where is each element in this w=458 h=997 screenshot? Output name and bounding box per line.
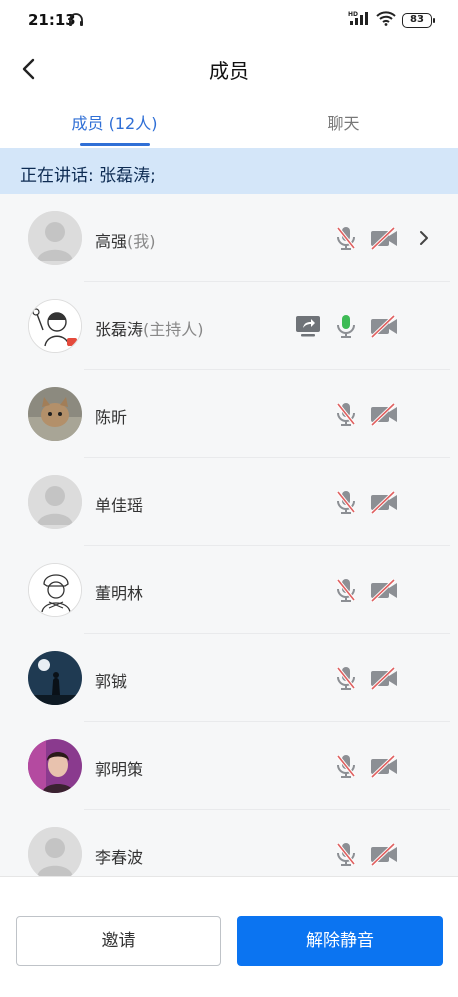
avatar: [28, 563, 82, 617]
mic-muted-icon[interactable]: [332, 752, 360, 780]
title-bar: 成员: [0, 42, 458, 96]
camera-off-icon[interactable]: [370, 576, 398, 604]
avatar: [28, 827, 82, 876]
member-role: (主持人): [143, 320, 204, 339]
status-indicators: HD 83: [348, 10, 435, 30]
member-name: 陈昕: [95, 404, 127, 428]
member-name: 李春波: [95, 844, 143, 868]
camera-off-icon[interactable]: [370, 664, 398, 692]
avatar: [28, 211, 82, 265]
camera-off-icon[interactable]: [370, 840, 398, 868]
signal-icon: HD: [348, 10, 370, 30]
avatar: [28, 299, 82, 353]
member-name: 高强(我): [95, 228, 156, 252]
active-tab-indicator: [80, 143, 150, 146]
page-title: 成员: [209, 59, 249, 83]
mic-muted-icon[interactable]: [332, 576, 360, 604]
network-type: HD: [348, 11, 358, 18]
member-name-text: 张磊涛: [95, 320, 144, 339]
speaking-banner: 正在讲话: 张磊涛;: [0, 148, 458, 194]
mic-muted-icon[interactable]: [332, 664, 360, 692]
unmute-button[interactable]: 解除静音: [237, 916, 443, 966]
member-row[interactable]: 高强(我): [0, 194, 458, 282]
chevron-right-icon[interactable]: [413, 225, 435, 251]
tab-chat[interactable]: 聊天: [229, 110, 458, 134]
camera-off-icon[interactable]: [370, 312, 398, 340]
member-row[interactable]: 单佳瑶: [0, 458, 458, 546]
tab-members[interactable]: 成员 (12人): [0, 110, 229, 134]
member-row[interactable]: 李春波: [0, 810, 458, 876]
avatar: [28, 387, 82, 441]
member-name-text: 郭明策: [95, 760, 144, 779]
member-name: 单佳瑶: [95, 492, 143, 516]
member-name: 郭明策: [95, 756, 143, 780]
bottom-action-bar: 邀请 解除静音: [0, 876, 458, 997]
member-name-text: 董明林: [95, 584, 144, 603]
member-row[interactable]: 郭铖: [0, 634, 458, 722]
member-name-text: 陈昕: [95, 408, 128, 427]
status-bar: 21:13 HD 83: [0, 0, 458, 42]
mic-muted-icon[interactable]: [332, 224, 360, 252]
member-list: 高强(我) 张磊涛(主持人) 陈昕 单佳瑶 董明林 郭铖 郭明策 李春波: [0, 194, 458, 876]
member-name-text: 单佳瑶: [95, 496, 144, 515]
members-screen: 21:13 HD 83 成员 成员 (12人) 聊天 正在讲话: 张磊涛; 高强…: [0, 0, 458, 997]
camera-off-icon[interactable]: [370, 400, 398, 428]
avatar: [28, 475, 82, 529]
member-row[interactable]: 董明林: [0, 546, 458, 634]
invite-button[interactable]: 邀请: [16, 916, 221, 966]
member-name: 董明林: [95, 580, 143, 604]
mic-muted-icon[interactable]: [332, 840, 360, 868]
member-name: 张磊涛(主持人): [95, 316, 204, 340]
tab-bar: 成员 (12人) 聊天: [0, 100, 458, 146]
wifi-icon: [376, 10, 396, 30]
headset-icon: [68, 12, 84, 32]
camera-off-icon[interactable]: [370, 752, 398, 780]
avatar: [28, 739, 82, 793]
member-name-text: 高强: [95, 232, 128, 251]
member-row[interactable]: 张磊涛(主持人): [0, 282, 458, 370]
battery-indicator: 83: [402, 12, 435, 28]
camera-off-icon[interactable]: [370, 488, 398, 516]
member-row[interactable]: 郭明策: [0, 722, 458, 810]
camera-off-icon[interactable]: [370, 224, 398, 252]
member-name-text: 李春波: [95, 848, 144, 867]
member-name: 郭铖: [95, 668, 127, 692]
mic-muted-icon[interactable]: [332, 400, 360, 428]
mic-muted-icon[interactable]: [332, 488, 360, 516]
member-row[interactable]: 陈昕: [0, 370, 458, 458]
avatar: [28, 651, 82, 705]
mic-on-icon[interactable]: [332, 312, 360, 340]
member-role: (我): [127, 232, 156, 251]
member-name-text: 郭铖: [95, 672, 128, 691]
screen-share-icon: [296, 316, 320, 337]
